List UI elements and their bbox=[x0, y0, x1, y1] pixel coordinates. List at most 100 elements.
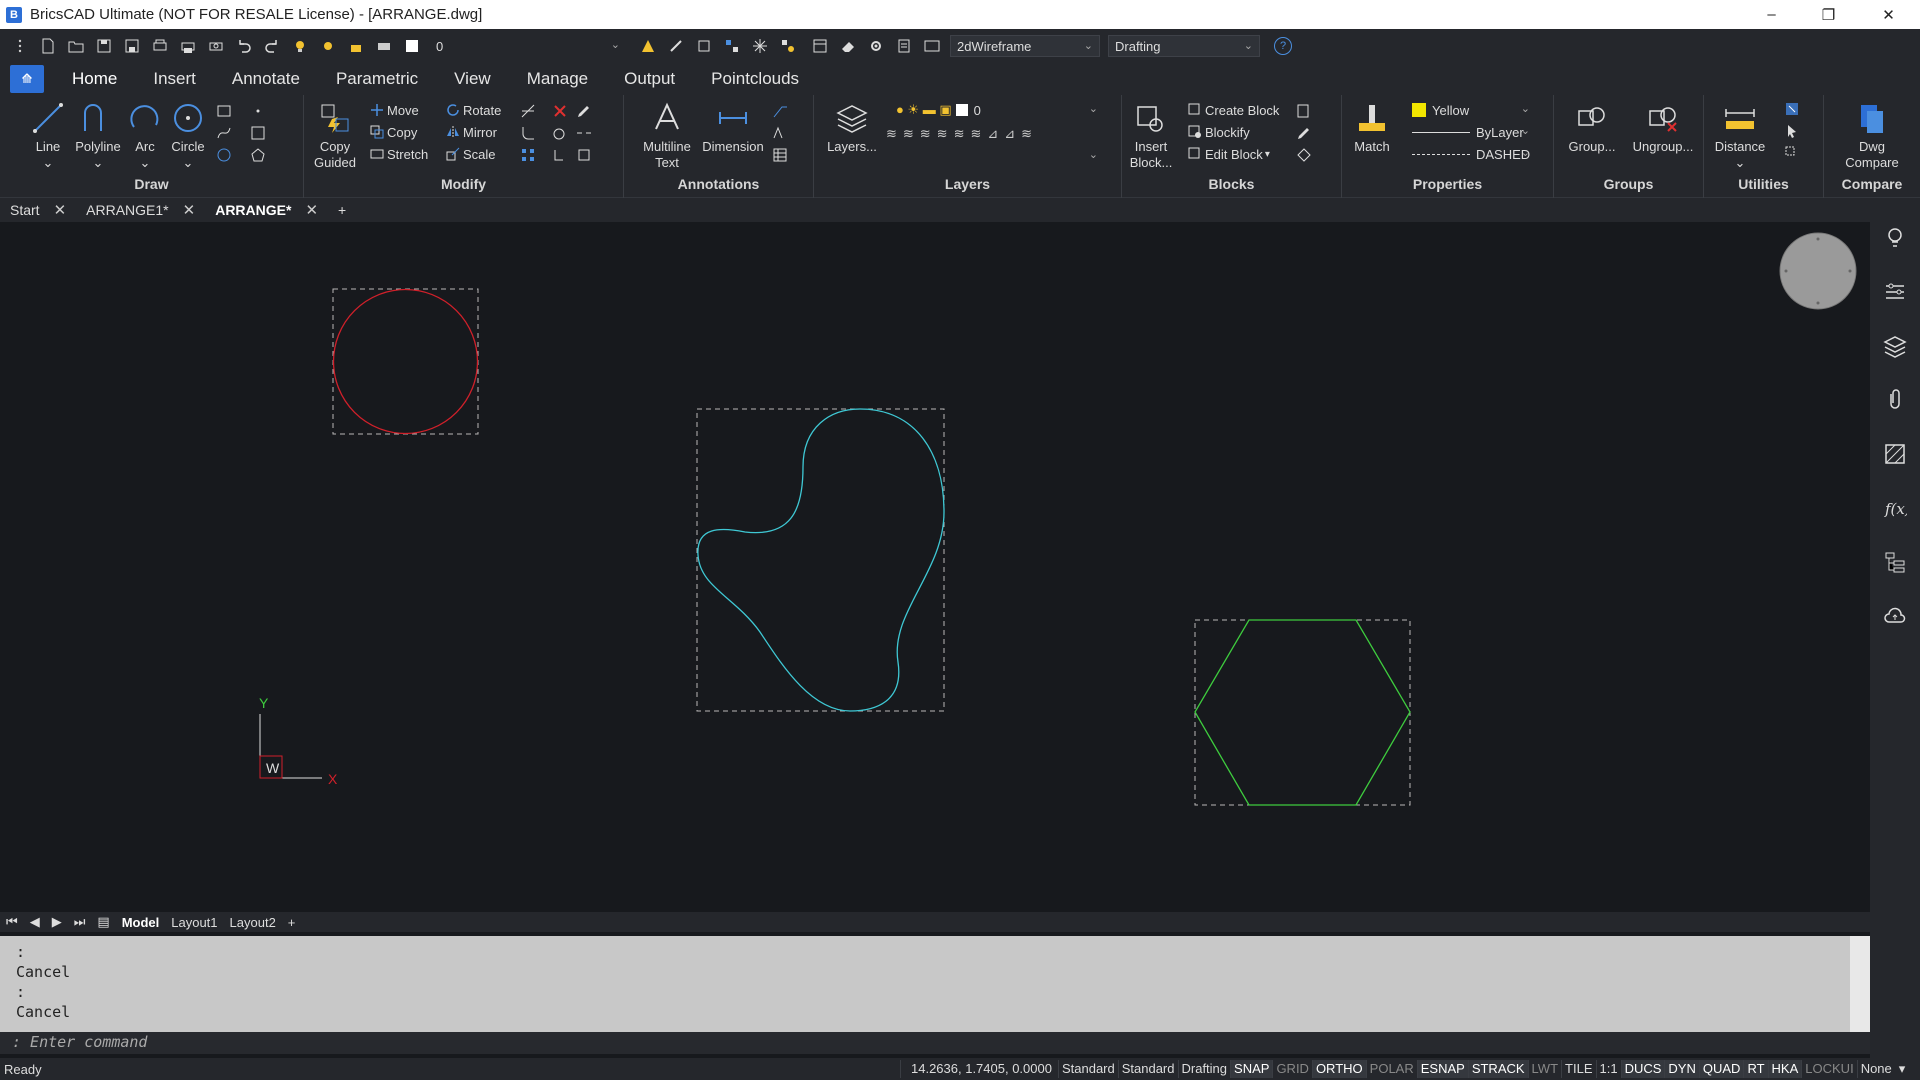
layer-isolate-icon[interactable] bbox=[694, 37, 714, 55]
visual-style-dropdown[interactable]: 2dWireframe ⌄ bbox=[950, 35, 1100, 57]
spline-icon[interactable] bbox=[216, 125, 232, 141]
close-tab-icon[interactable]: ✕ bbox=[183, 201, 196, 219]
add-tab-button[interactable]: + bbox=[328, 198, 356, 222]
look-from-icon[interactable] bbox=[1779, 232, 1857, 310]
layer-lock-icon[interactable] bbox=[346, 37, 366, 55]
status-toggle-tile[interactable]: TILE bbox=[1561, 1060, 1595, 1078]
status-toggle-strack[interactable]: STRACK bbox=[1467, 1060, 1528, 1078]
print-preview-icon[interactable] bbox=[206, 37, 226, 55]
tab-home[interactable]: Home bbox=[72, 69, 117, 89]
print-icon[interactable] bbox=[178, 37, 198, 55]
display-icon[interactable] bbox=[922, 37, 942, 55]
explode-icon[interactable] bbox=[576, 147, 592, 163]
hexagon-entity[interactable] bbox=[1194, 619, 1411, 806]
layer-color-swatch[interactable] bbox=[402, 37, 422, 55]
circle-entity[interactable] bbox=[332, 288, 479, 435]
trim-icon[interactable] bbox=[520, 103, 536, 119]
navigation-wheel[interactable] bbox=[1779, 232, 1857, 310]
block-attribute-icon[interactable] bbox=[1296, 103, 1312, 119]
offset-icon[interactable] bbox=[552, 125, 568, 141]
boundary-icon[interactable] bbox=[250, 125, 266, 141]
command-scrollbar[interactable] bbox=[1850, 936, 1870, 1032]
hatch-icon[interactable] bbox=[216, 147, 232, 163]
layer-tools-row[interactable]: ≋≋≋≋≋≋⊿⊿≋ bbox=[886, 125, 1038, 143]
properties-sliders-icon[interactable] bbox=[1883, 280, 1907, 304]
function-icon[interactable]: f(x) bbox=[1883, 496, 1907, 520]
doc-tab-arrange[interactable]: ARRANGE* ✕ bbox=[205, 198, 328, 222]
status-toggle-grid[interactable]: GRID bbox=[1272, 1060, 1312, 1078]
ribbon-layer-dropdown[interactable]: ● ☀ ▬ ▣ 0 ⌄ bbox=[890, 99, 1104, 121]
workspace-dropdown[interactable]: Drafting ⌄ bbox=[1108, 35, 1260, 57]
close-tab-icon[interactable]: ✕ bbox=[54, 201, 67, 219]
status-toggle-standard[interactable]: Standard bbox=[1057, 1060, 1118, 1078]
cursor-coordinates[interactable]: 14.2636, 1.7405, 0.0000 bbox=[900, 1060, 1058, 1078]
lightbulb-icon[interactable] bbox=[1883, 226, 1907, 250]
open-file-icon[interactable] bbox=[66, 37, 86, 55]
array-icon[interactable] bbox=[520, 147, 536, 163]
tab-output[interactable]: Output bbox=[624, 69, 675, 89]
status-toggle-lockui[interactable]: LOCKUI bbox=[1801, 1060, 1856, 1078]
new-file-icon[interactable] bbox=[38, 37, 58, 55]
scale-button[interactable]: Scale bbox=[446, 145, 496, 163]
tab-parametric[interactable]: Parametric bbox=[336, 69, 418, 89]
save-icon[interactable] bbox=[94, 37, 114, 55]
close-window-button[interactable]: ✕ bbox=[1860, 0, 1917, 29]
menu-dots-icon[interactable] bbox=[10, 37, 30, 55]
application-menu-button[interactable]: ⟰ bbox=[10, 65, 44, 93]
settings-icon[interactable] bbox=[866, 37, 886, 55]
structure-tree-icon[interactable] bbox=[1883, 550, 1907, 574]
move-button[interactable]: Move bbox=[370, 101, 419, 119]
group-button[interactable]: Group... bbox=[1562, 101, 1622, 155]
status-toggle-11[interactable]: 1:1 bbox=[1595, 1060, 1621, 1078]
text-style-icon[interactable] bbox=[772, 125, 788, 141]
red-circle[interactable] bbox=[332, 288, 479, 435]
layer-dropdown[interactable]: 0 ⌄ bbox=[430, 35, 626, 57]
status-toggle-polar[interactable]: POLAR bbox=[1365, 1060, 1417, 1078]
minimize-button[interactable]: – bbox=[1743, 0, 1800, 29]
stretch-button[interactable]: Stretch bbox=[370, 145, 428, 163]
status-toggle-esnap[interactable]: ESNAP bbox=[1416, 1060, 1468, 1078]
copy-guided-button[interactable]: Copy Guided bbox=[310, 101, 360, 171]
tab-pointclouds[interactable]: Pointclouds bbox=[711, 69, 799, 89]
help-icon[interactable]: ? bbox=[1274, 37, 1292, 55]
tab-annotate[interactable]: Annotate bbox=[232, 69, 300, 89]
circle-button[interactable]: Circle ⌄ bbox=[168, 101, 208, 171]
layout-tab-layout2[interactable]: Layout2 bbox=[230, 915, 276, 930]
status-toggle-quad[interactable]: QUAD bbox=[1698, 1060, 1744, 1078]
mirror-button[interactable]: Mirror bbox=[446, 123, 497, 141]
layer-match-icon[interactable] bbox=[638, 37, 658, 55]
layer-previous-icon[interactable] bbox=[666, 37, 686, 55]
insert-block-button[interactable]: Insert Block... bbox=[1126, 101, 1176, 171]
delete-icon[interactable] bbox=[552, 103, 568, 119]
status-toggle-none[interactable]: None bbox=[1856, 1060, 1895, 1078]
command-input[interactable]: : Enter command bbox=[0, 1032, 1870, 1054]
leader-icon[interactable] bbox=[772, 103, 788, 119]
status-toggle-standard[interactable]: Standard bbox=[1117, 1060, 1178, 1078]
color-dropdown[interactable]: Yellow ⌄ bbox=[1406, 99, 1536, 121]
multiline-text-button[interactable]: Multiline Text bbox=[638, 101, 696, 171]
create-block-button[interactable]: Create Block bbox=[1188, 101, 1279, 119]
rectangle-icon[interactable] bbox=[216, 103, 232, 119]
status-toggle-ortho[interactable]: ORTHO bbox=[1311, 1060, 1366, 1078]
select-icon[interactable] bbox=[1784, 123, 1800, 139]
plot-icon[interactable] bbox=[150, 37, 170, 55]
layers-button[interactable]: Layers... bbox=[824, 101, 880, 155]
distance-button[interactable]: Distance ⌄ bbox=[1708, 101, 1772, 171]
select-similar-icon[interactable] bbox=[1784, 145, 1800, 161]
cyan-spline[interactable] bbox=[697, 408, 945, 712]
first-layout-button[interactable]: ⏮ bbox=[6, 914, 18, 930]
fillet-icon[interactable] bbox=[520, 125, 536, 141]
cloud-upload-icon[interactable] bbox=[1883, 604, 1907, 628]
hatch-panel-icon[interactable] bbox=[1883, 442, 1907, 466]
edit-icon[interactable] bbox=[576, 103, 592, 119]
edit-block-button[interactable]: Edit Block ▾ bbox=[1188, 145, 1270, 163]
blockify-button[interactable]: Blockify bbox=[1188, 123, 1250, 141]
eraser-icon[interactable] bbox=[838, 37, 858, 55]
layer-thaw-icon[interactable] bbox=[318, 37, 338, 55]
properties-icon[interactable] bbox=[810, 37, 830, 55]
status-menu-icon[interactable]: ▾ bbox=[1899, 1061, 1906, 1077]
status-toggle-ducs[interactable]: DUCS bbox=[1620, 1060, 1665, 1078]
tab-insert[interactable]: Insert bbox=[153, 69, 196, 89]
rotate-button[interactable]: Rotate bbox=[446, 101, 501, 119]
block-edit-attr-icon[interactable] bbox=[1296, 125, 1312, 141]
